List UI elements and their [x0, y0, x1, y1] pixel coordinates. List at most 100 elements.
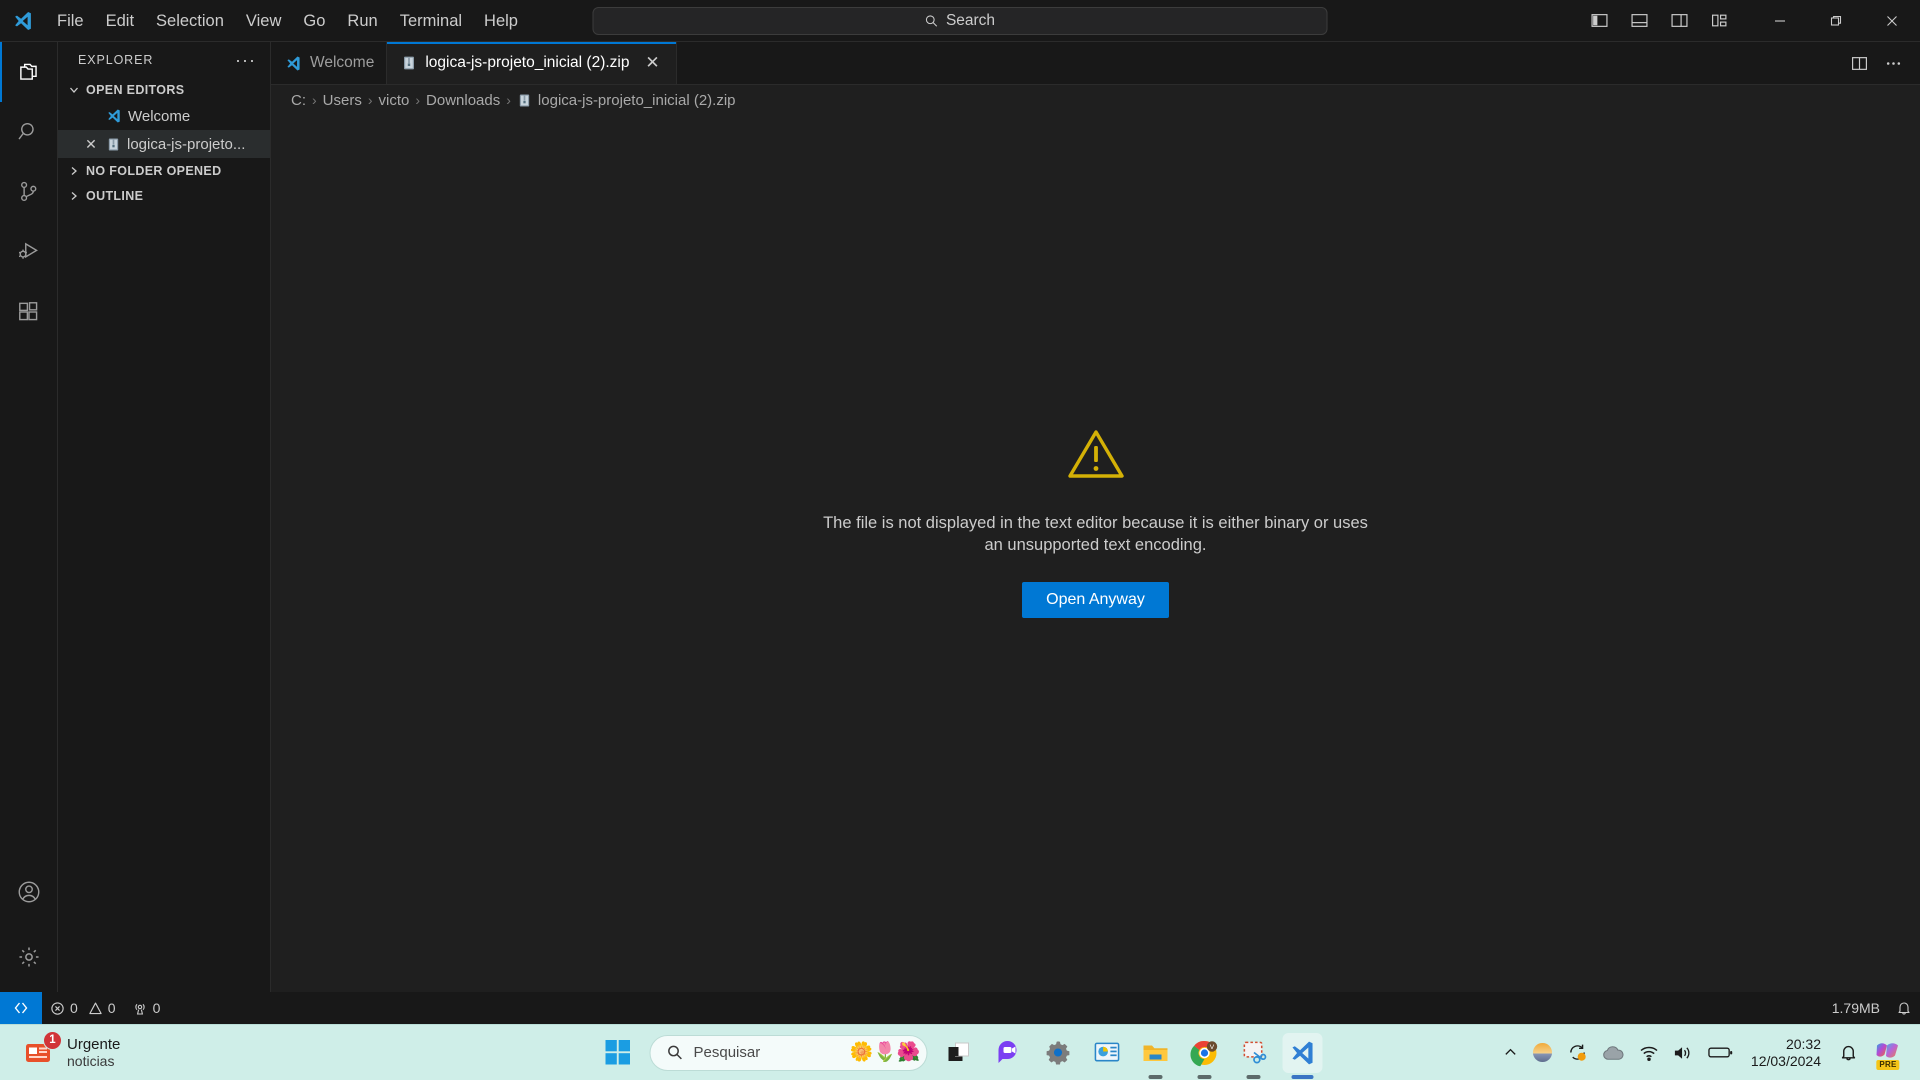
breadcrumb-item-victo[interactable]: victo: [379, 92, 410, 109]
taskbar-app-settings[interactable]: [1038, 1033, 1078, 1073]
command-center-search[interactable]: Search: [592, 6, 1328, 35]
error-count: 0: [70, 1000, 78, 1016]
breadcrumb-item-users[interactable]: Users: [323, 92, 362, 109]
taskbar-app-teams[interactable]: [989, 1033, 1029, 1073]
copilot-icon[interactable]: PRE: [1872, 1037, 1904, 1070]
menu-selection[interactable]: Selection: [145, 7, 235, 35]
editor-more-actions-icon[interactable]: [1878, 48, 1908, 78]
activitybar-item-extensions[interactable]: [0, 282, 58, 342]
sync-icon[interactable]: [1567, 1042, 1588, 1063]
editor-size-label: 1.79MB: [1831, 1000, 1880, 1016]
chevron-down-icon: [66, 82, 82, 98]
tab-label: logica-js-projeto_inicial (2).zip: [425, 54, 630, 71]
explorer-sidebar: EXPLORER ··· OPEN EDITORS Welcome ✕ logi…: [58, 42, 271, 992]
status-problems[interactable]: 0 0: [42, 992, 124, 1024]
bell-icon: [1898, 1002, 1910, 1015]
menu-edit[interactable]: Edit: [95, 7, 145, 35]
menu-help[interactable]: Help: [473, 7, 529, 35]
breadcrumb-item-drive[interactable]: C:: [291, 92, 306, 109]
cloud-icon[interactable]: [1602, 1044, 1625, 1062]
taskbar-app-chrome[interactable]: V: [1185, 1033, 1225, 1073]
toggle-primary-sidebar-icon[interactable]: [1584, 6, 1614, 36]
chevron-right-icon: [66, 188, 82, 204]
binary-file-message: The file is not displayed in the text ed…: [823, 514, 1368, 554]
toggle-secondary-sidebar-icon[interactable]: [1664, 6, 1694, 36]
vscode-logo-icon: [1292, 1041, 1313, 1064]
taskbar-search[interactable]: Pesquisar 🌼🌷🌺: [649, 1034, 928, 1071]
status-notifications[interactable]: [1888, 1000, 1920, 1016]
sidebar-header: EXPLORER ···: [58, 42, 270, 77]
sidebar-section-open-editors[interactable]: OPEN EDITORS: [58, 77, 270, 102]
menu-file[interactable]: File: [46, 7, 95, 35]
section-label-open-editors: OPEN EDITORS: [86, 82, 185, 97]
sidebar-section-outline[interactable]: OUTLINE: [58, 183, 270, 208]
open-anyway-button[interactable]: Open Anyway: [1022, 582, 1169, 618]
editor-actions: [1844, 42, 1920, 84]
remote-window-indicator[interactable]: [0, 992, 42, 1024]
sidebar-title: EXPLORER: [78, 52, 154, 67]
activitybar-item-search[interactable]: [0, 102, 58, 162]
taskbar-app-snipping-tool[interactable]: [1234, 1033, 1274, 1073]
customize-layout-icon[interactable]: [1704, 6, 1734, 36]
activitybar-item-explorer[interactable]: [0, 42, 58, 102]
activitybar-item-accounts[interactable]: [0, 862, 58, 922]
status-editor-size[interactable]: 1.79MB: [1824, 1000, 1888, 1016]
speaker-icon[interactable]: [1673, 1044, 1694, 1062]
open-editor-label: Welcome: [128, 107, 191, 125]
menu-terminal[interactable]: Terminal: [389, 7, 473, 35]
warning-count: 0: [107, 1000, 116, 1016]
breadcrumb-item-file[interactable]: logica-js-projeto_inicial (2).zip: [517, 92, 736, 109]
taskbar-news-widget[interactable]: 1 Urgente noticias: [0, 1030, 121, 1070]
toggle-panel-icon[interactable]: [1624, 6, 1654, 36]
open-editor-zip[interactable]: ✕ logica-js-projeto...: [58, 130, 270, 158]
news-title: Urgente: [67, 1035, 121, 1053]
taskbar-app-vscode[interactable]: [1282, 1032, 1323, 1073]
sidebar-actions: ···: [229, 51, 262, 69]
menu-run[interactable]: Run: [336, 7, 388, 35]
sidebar-section-no-folder-opened[interactable]: NO FOLDER OPENED: [58, 158, 270, 183]
window-controls: [1752, 0, 1920, 41]
tab-zip-file[interactable]: logica-js-projeto_inicial (2).zip ✕: [387, 42, 677, 84]
taskbar-app-powerpoint[interactable]: [1087, 1033, 1127, 1073]
minimize-button[interactable]: [1752, 0, 1808, 41]
activitybar-item-source-control[interactable]: [0, 162, 58, 222]
editor-group: Welcome logica-js-projeto_inicial (2).zi…: [271, 42, 1920, 992]
wifi-icon[interactable]: [1639, 1044, 1659, 1062]
taskbar-app-task-view[interactable]: [940, 1033, 980, 1073]
flowers-icon: 🌼🌷🌺: [849, 1042, 921, 1063]
circle-gradient-icon[interactable]: [1532, 1042, 1553, 1063]
maximize-button[interactable]: [1808, 0, 1864, 41]
section-label-outline: OUTLINE: [86, 188, 144, 203]
battery-icon[interactable]: [1708, 1045, 1733, 1060]
close-button[interactable]: [1864, 0, 1920, 41]
breadcrumb-separator: ›: [415, 92, 421, 108]
windows-start-icon[interactable]: [598, 1033, 638, 1073]
binary-file-notice: The file is not displayed in the text ed…: [816, 429, 1376, 618]
tab-welcome[interactable]: Welcome: [271, 42, 388, 84]
menu-go[interactable]: Go: [292, 7, 336, 35]
breadcrumb-item-downloads[interactable]: Downloads: [426, 92, 500, 109]
activitybar-item-manage[interactable]: [0, 922, 58, 992]
split-editor-icon[interactable]: [1844, 48, 1874, 78]
menu-view[interactable]: View: [235, 7, 292, 35]
chevron-up-icon[interactable]: [1503, 1045, 1518, 1060]
layout-controls: [1584, 6, 1752, 36]
close-icon[interactable]: ✕: [82, 136, 100, 153]
close-icon[interactable]: ✕: [642, 52, 664, 74]
warning-triangle-icon: [1067, 429, 1124, 484]
taskbar-app-file-explorer[interactable]: [1136, 1033, 1176, 1073]
taskbar-clock[interactable]: 20:32 12/03/2024: [1747, 1036, 1825, 1070]
task-view-icon: [948, 1042, 969, 1061]
bell-icon[interactable]: [1839, 1043, 1858, 1062]
status-ports[interactable]: 0: [124, 992, 169, 1024]
vscode-logo-icon: [106, 108, 122, 124]
folder-icon: [1143, 1045, 1168, 1061]
ports-count: 0: [152, 1000, 161, 1016]
open-editor-welcome[interactable]: Welcome: [58, 102, 270, 130]
tab-label: Welcome: [310, 54, 375, 71]
news-badge-count: 1: [43, 1030, 62, 1050]
sidebar-more-actions-icon[interactable]: ···: [229, 51, 262, 69]
ports-radio-icon: [134, 1003, 145, 1015]
activitybar-item-run-and-debug[interactable]: [0, 222, 58, 282]
taskbar-apps: V: [940, 1032, 1323, 1073]
